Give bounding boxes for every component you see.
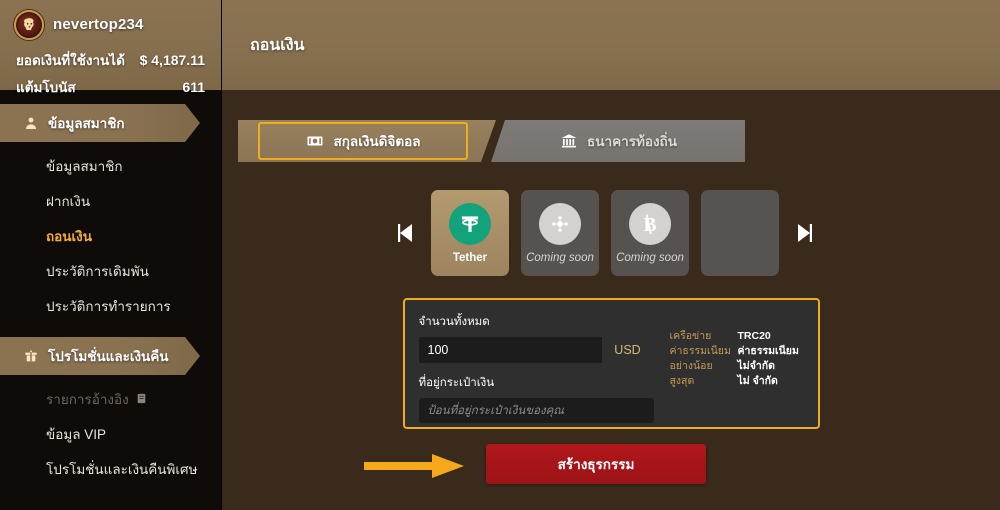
sidebar-section-member-info[interactable]: ข้อมูลสมาชิก (0, 104, 221, 142)
info-value: ค่าธรรมเนียม (737, 345, 799, 357)
wallet-address-input[interactable] (418, 398, 654, 423)
user-profile-icon (22, 115, 39, 132)
coin-option-tether[interactable]: Tether (431, 190, 509, 276)
available-balance-row: ยอดเงินที่ใช้งานได้ $ 4,187.11 (14, 49, 207, 71)
withdraw-form-card: จำนวนทั้งหมด USD ที่อยู่กระเป๋าเงิน เครื… (402, 298, 820, 429)
bonus-points-label: แต้มโบนัส (16, 80, 76, 95)
tab-label: ธนาคารท้องถิ่น (587, 134, 677, 149)
coin-option-bitcoin[interactable]: B Coming soon (611, 190, 689, 276)
amount-input-group: USD (418, 337, 654, 363)
withdraw-method-tabs: สกุลเงินดิจิตอล ธนาคารท้องถิ่น (238, 120, 750, 162)
create-transaction-button[interactable]: สร้างธุรกรรม (486, 444, 706, 484)
info-key: อย่างน้อย (669, 360, 713, 372)
username: nevertop234 (53, 16, 144, 33)
tether-icon (449, 202, 491, 245)
withdraw-page: nevertop234 ยอดเงินที่ใช้งานได้ $ 4,187.… (0, 0, 1000, 510)
clipboard-icon (135, 392, 149, 406)
sidebar-section-promotions[interactable]: โปรโมชั่นและเงินคืน (0, 337, 221, 375)
sidebar-item-special-promotions[interactable]: โปรโมชั่นและเงินคืนพิเศษ (0, 451, 221, 486)
sidebar-item-bet-history[interactable]: ประวัติการเดิมพัน (0, 253, 221, 288)
coin-label: Coming soon (616, 251, 684, 264)
orange-pointer-arrow-icon (364, 453, 468, 484)
amount-input[interactable] (418, 337, 602, 363)
bonus-points-value: 611 (182, 79, 205, 95)
gift-promo-icon (22, 348, 39, 365)
bitcoin-icon: B (629, 202, 671, 245)
lion-medallion-logo-icon (14, 9, 44, 40)
currency-label: USD (601, 337, 654, 363)
sidebar-item-label: รายการอ้างอิง (46, 391, 129, 407)
tab-label: สกุลเงินดิจิตอล (333, 134, 421, 149)
binance-icon (539, 202, 581, 245)
submit-row: สร้างธุรกรรม (222, 444, 1000, 488)
info-row: ค่าธรรมเนียม ค่าธรรมเนียม (670, 344, 804, 359)
info-value: ไม่จำกัด (737, 360, 775, 372)
coin-carousel: Tether Coming soon B Coming soon (222, 190, 1000, 276)
tabs-container: สกุลเงินดิจิตอล ธนาคารท้องถิ่น (222, 90, 1000, 162)
coin-option-placeholder[interactable] (701, 190, 779, 276)
profile-row: nevertop234 (14, 9, 207, 40)
sidebar-section-label: โปรโมชั่นและเงินคืน (48, 349, 169, 364)
sidebar-item-deposit[interactable]: ฝากเงิน (0, 183, 221, 218)
amount-label: จำนวนทั้งหมด (418, 316, 490, 328)
sidebar-item-withdraw[interactable]: ถอนเงิน (0, 218, 221, 253)
info-key: เครือข่าย (669, 330, 712, 342)
sidebar-menu-member-info: ข้อมูลสมาชิก ฝากเงิน ถอนเงิน ประวัติการเ… (0, 142, 221, 323)
page-header: ถอนเงิน (222, 0, 1000, 90)
available-balance-label: ยอดเงินที่ใช้งานได้ (16, 53, 125, 68)
form-fields: จำนวนทั้งหมด USD ที่อยู่กระเป๋าเงิน (418, 313, 654, 427)
sidebar-menu-promotions: รายการอ้างอิง ข้อมูล VIP โปรโมชั่นและเงิ… (0, 375, 221, 486)
info-value: TRC20 (737, 330, 771, 342)
main-content: ถอนเงิน สกุลเงินดิจิตอล ธนาคารท้องถิ่น T… (222, 0, 1000, 510)
info-value: ไม่ จำกัด (737, 375, 778, 387)
sidebar-item-vip-info[interactable]: ข้อมูล VIP (0, 416, 221, 451)
sidebar-item-referral[interactable]: รายการอ้างอิง (0, 381, 221, 416)
bonus-points-row: แต้มโบนัส 611 (14, 76, 207, 98)
network-info-panel: เครือข่าย TRC20 ค่าธรรมเนียม ค่าธรรมเนีย… (654, 313, 804, 427)
sidebar-item-transaction-history[interactable]: ประวัติการทำรายการ (0, 288, 221, 323)
info-row: อย่างน้อย ไม่จำกัด (670, 359, 804, 374)
available-balance-value: $ 4,187.11 (139, 52, 205, 68)
next-arrow-icon[interactable] (791, 213, 817, 253)
bank-icon (559, 132, 578, 151)
coin-label: Tether (452, 251, 488, 264)
sidebar-section-label: ข้อมูลสมาชิก (48, 116, 125, 131)
money-bill-icon (306, 132, 325, 151)
info-row: เครือข่าย TRC20 (670, 329, 804, 344)
info-key: สูงสุด (669, 375, 695, 387)
page-title: ถอนเงิน (250, 36, 305, 54)
coin-label: Coming soon (526, 251, 594, 264)
profile-header: nevertop234 ยอดเงินที่ใช้งานได้ $ 4,187.… (0, 0, 221, 95)
info-row: สูงสุด ไม่ จำกัด (670, 374, 804, 389)
info-key: ค่าธรรมเนียม (669, 345, 731, 357)
prev-arrow-icon[interactable] (393, 213, 419, 253)
tab-local-bank[interactable]: ธนาคารท้องถิ่น (491, 120, 745, 162)
tab-selected-outline: สกุลเงินดิจิตอล (258, 122, 468, 160)
coin-option-binance[interactable]: Coming soon (521, 190, 599, 276)
sidebar-item-member-info[interactable]: ข้อมูลสมาชิก (0, 148, 221, 183)
wallet-address-label: ที่อยู่กระเป๋าเงิน (418, 377, 495, 389)
tab-digital-currency[interactable]: สกุลเงินดิจิตอล (238, 120, 496, 162)
sidebar: nevertop234 ยอดเงินที่ใช้งานได้ $ 4,187.… (0, 0, 222, 510)
